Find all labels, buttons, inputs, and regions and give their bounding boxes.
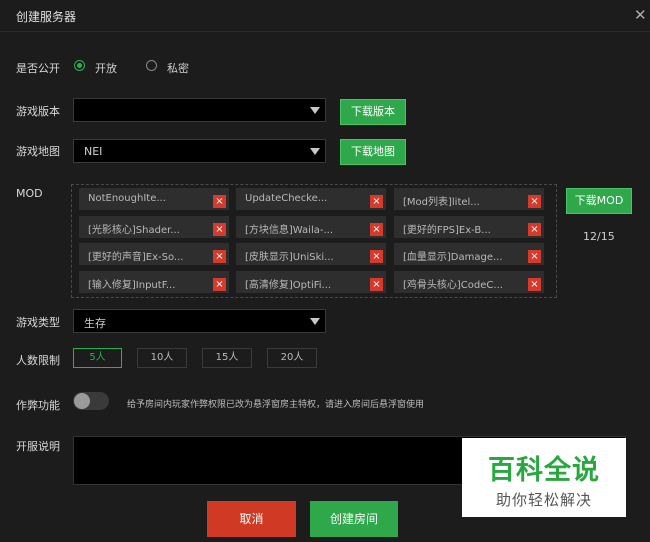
players-option-15[interactable]: 15人 [202, 348, 252, 368]
remove-mod-icon[interactable]: × [213, 278, 226, 291]
mod-item: [皮肤显示]UniSki... × [236, 243, 386, 265]
mod-item: [鸡骨头核心]CodeC... × [394, 271, 544, 293]
map-select[interactable]: NEI [73, 139, 326, 163]
radio-private[interactable] [146, 60, 157, 71]
download-mod-button[interactable]: 下载MOD [566, 188, 632, 214]
mod-item-label: [Mod列表]litel... [403, 197, 480, 208]
game-type-select[interactable]: 生存 [73, 309, 326, 333]
version-select[interactable] [73, 98, 326, 122]
mod-item-label: [皮肤显示]UniSki... [245, 252, 334, 263]
radio-public-label[interactable]: 开放 [95, 60, 117, 76]
description-label: 开服说明 [16, 440, 60, 453]
visibility-label: 是否公开 [16, 62, 60, 75]
remove-mod-icon[interactable]: × [528, 250, 541, 263]
watermark-logo: 百科全说 助你轻松解决 [462, 438, 626, 517]
download-map-button[interactable]: 下载地图 [340, 139, 406, 165]
game-type-value: 生存 [84, 317, 106, 330]
mod-item-label: [鸡骨头核心]CodeC... [403, 280, 503, 291]
close-icon[interactable]: ✕ [634, 6, 647, 24]
title-divider [0, 31, 650, 32]
watermark-title: 百科全说 [488, 455, 600, 486]
remove-mod-icon[interactable]: × [528, 195, 541, 208]
map-value: NEI [84, 145, 103, 158]
mod-item-label: [高清修复]OptiFi... [245, 280, 332, 291]
remove-mod-icon[interactable]: × [213, 195, 226, 208]
mod-item: [Mod列表]litel... × [394, 188, 544, 210]
radio-private-label[interactable]: 私密 [167, 60, 189, 76]
cheat-toggle-knob[interactable] [74, 393, 90, 409]
players-option-10[interactable]: 10人 [137, 348, 187, 368]
mod-item-label: [更好的FPS]Ex-B... [403, 225, 491, 236]
players-option-5[interactable]: 5人 [73, 348, 122, 368]
mod-label: MOD [16, 187, 43, 200]
mod-item-label: [更好的声音]Ex-So... [88, 252, 184, 263]
mod-item: [高清修复]OptiFi... × [236, 271, 386, 293]
mod-count: 12/15 [583, 230, 615, 243]
chevron-down-icon [310, 318, 320, 325]
mod-item: NotEnoughIte... × [79, 188, 229, 210]
game-type-label: 游戏类型 [16, 316, 60, 329]
mod-item-label: [输入修复]InputF... [88, 280, 176, 291]
watermark-slogan: 助你轻松解决 [495, 491, 592, 509]
cheat-label: 作弊功能 [16, 399, 60, 412]
create-room-button[interactable]: 创建房间 [310, 501, 398, 537]
remove-mod-icon[interactable]: × [528, 223, 541, 236]
remove-mod-icon[interactable]: × [370, 195, 383, 208]
dialog-title: 创建服务器 [16, 10, 77, 24]
mod-item-label: [方块信息]Waila-... [245, 225, 334, 236]
mod-item: [方块信息]Waila-... × [236, 216, 386, 238]
remove-mod-icon[interactable]: × [213, 223, 226, 236]
players-label: 人数限制 [16, 354, 60, 367]
remove-mod-icon[interactable]: × [528, 278, 541, 291]
mod-item: UpdateChecke... × [236, 188, 386, 210]
mod-item: [光影核心]Shader... × [79, 216, 229, 238]
chevron-down-icon [310, 148, 320, 155]
remove-mod-icon[interactable]: × [370, 250, 383, 263]
mod-item-label: [血量显示]Damage... [403, 252, 503, 263]
mod-item: [更好的FPS]Ex-B... × [394, 216, 544, 238]
mod-item-label: UpdateChecke... [245, 193, 328, 204]
players-option-20[interactable]: 20人 [267, 348, 317, 368]
map-label: 游戏地图 [16, 145, 60, 158]
mod-item-label: [光影核心]Shader... [88, 225, 180, 236]
remove-mod-icon[interactable]: × [213, 250, 226, 263]
mod-item: [输入修复]InputF... × [79, 271, 229, 293]
remove-mod-icon[interactable]: × [370, 278, 383, 291]
create-server-dialog: 创建服务器 ✕ 是否公开 开放 私密 游戏版本 下载版本 游戏地图 NEI 下载… [0, 0, 650, 542]
cancel-button[interactable]: 取消 [207, 501, 296, 537]
download-version-button[interactable]: 下载版本 [340, 99, 406, 125]
mod-item: [血量显示]Damage... × [394, 243, 544, 265]
chevron-down-icon [310, 107, 320, 114]
radio-public[interactable] [74, 60, 85, 71]
version-label: 游戏版本 [16, 105, 60, 118]
remove-mod-icon[interactable]: × [370, 223, 383, 236]
mod-item: [更好的声音]Ex-So... × [79, 243, 229, 265]
cheat-hint: 给予房间内玩家作弊权限已改为悬浮窗房主特权，请进入房间后悬浮窗使用 [127, 400, 425, 410]
mod-item-label: NotEnoughIte... [88, 193, 166, 204]
